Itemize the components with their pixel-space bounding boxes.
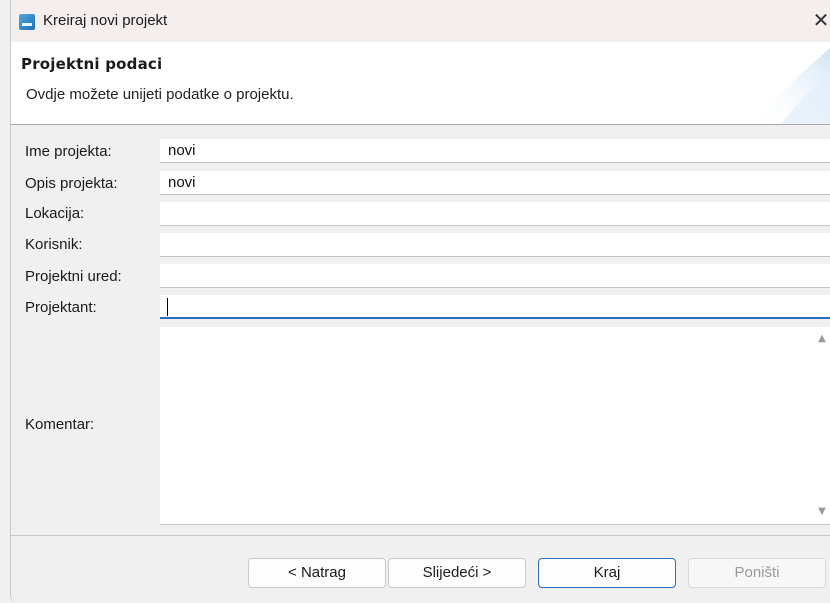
page-description: Ovdje možete unijeti podatke o projektu. xyxy=(26,86,294,103)
form-area: Ime projekta: novi Opis projekta: novi L… xyxy=(11,125,830,535)
designer-input[interactable] xyxy=(160,295,830,319)
cancel-button[interactable]: Poništi xyxy=(688,558,826,588)
client-label: Korisnik: xyxy=(25,236,83,253)
app-icon xyxy=(19,14,35,30)
back-button[interactable]: < Natrag xyxy=(248,558,386,588)
dialog-window: Kreiraj novi projekt ✕ Projektni podaci … xyxy=(10,0,830,603)
design-office-input[interactable] xyxy=(160,264,830,288)
design-office-label: Projektni ured: xyxy=(25,268,122,285)
window-title: Kreiraj novi projekt xyxy=(43,12,168,29)
client-input[interactable] xyxy=(160,233,830,257)
project-description-input[interactable]: novi xyxy=(160,171,830,195)
location-input[interactable] xyxy=(160,202,830,226)
comment-textarea[interactable]: ▲ ▼ xyxy=(160,327,830,525)
comment-label: Komentar: xyxy=(25,416,95,433)
close-button[interactable]: ✕ xyxy=(809,8,830,32)
scroll-down-arrow-icon[interactable]: ▼ xyxy=(817,507,827,517)
project-description-label: Opis projekta: xyxy=(25,175,118,192)
next-button[interactable]: Slijedeći > xyxy=(388,558,526,588)
project-name-input[interactable]: novi xyxy=(160,139,830,163)
wizard-header: Projektni podaci Ovdje možete unijeti po… xyxy=(11,42,830,125)
text-caret xyxy=(167,298,168,317)
project-name-label: Ime projekta: xyxy=(25,143,112,160)
button-bar: < Natrag Slijedeći > Kraj Poništi xyxy=(11,535,830,603)
designer-label: Projektant: xyxy=(25,299,97,316)
page-title: Projektni podaci xyxy=(21,55,163,73)
location-label: Lokacija: xyxy=(25,205,85,222)
scroll-up-arrow-icon[interactable]: ▲ xyxy=(817,334,827,344)
header-decoration xyxy=(751,47,830,124)
finish-button[interactable]: Kraj xyxy=(538,558,676,588)
title-bar: Kreiraj novi projekt ✕ xyxy=(11,0,830,42)
